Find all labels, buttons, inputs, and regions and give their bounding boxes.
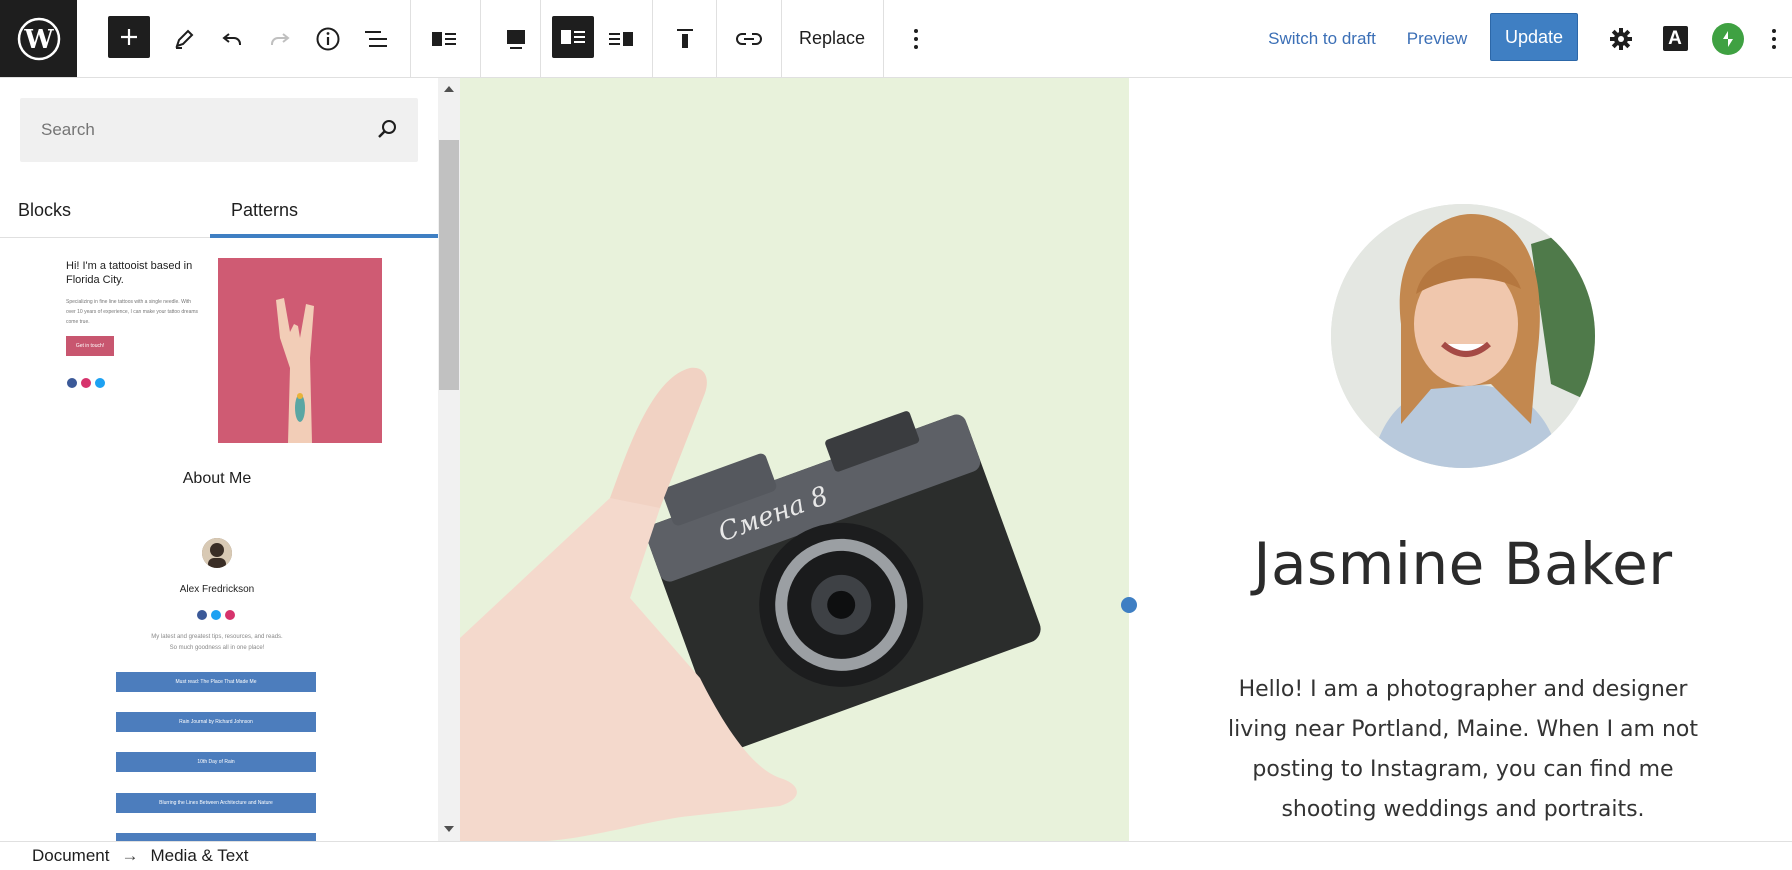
list-view-icon bbox=[365, 30, 387, 47]
toolbar-divider bbox=[781, 0, 782, 77]
breadcrumb-document[interactable]: Document bbox=[32, 846, 109, 866]
search-input[interactable]: Search bbox=[20, 98, 418, 162]
pattern-bio-line: So much goodness all in one place! bbox=[169, 645, 265, 651]
pattern-link-button: Rain Journal by Richard Johnson bbox=[116, 712, 316, 732]
undo-button[interactable] bbox=[216, 0, 248, 77]
switch-to-draft-button[interactable]: Switch to draft bbox=[1262, 0, 1382, 77]
settings-button[interactable] bbox=[1604, 0, 1638, 77]
vertical-align-button[interactable] bbox=[664, 0, 706, 77]
undo-icon bbox=[222, 32, 241, 45]
sidebar-scroll-thumb[interactable] bbox=[439, 140, 459, 390]
twitter-icon bbox=[211, 610, 221, 620]
profile-portrait-image[interactable] bbox=[1331, 204, 1595, 468]
align-top-icon bbox=[677, 28, 693, 48]
replace-button[interactable]: Replace bbox=[794, 0, 870, 77]
wordpress-logo-button[interactable]: W bbox=[0, 0, 77, 77]
tattoo-hand-image bbox=[218, 258, 382, 443]
media-on-left-button[interactable] bbox=[552, 16, 594, 58]
bio-paragraph[interactable]: Hello! I am a photographer and designer … bbox=[1218, 670, 1708, 830]
pattern-link-button: 10th Day of Rain bbox=[116, 752, 316, 772]
jetpack-bolt-icon bbox=[1712, 22, 1744, 55]
search-icon bbox=[378, 120, 396, 138]
pattern-bio: My latest and greatest tips, resources, … bbox=[0, 632, 434, 654]
editor-top-toolbar: W Replace Switch to draft Preview Update… bbox=[0, 0, 1792, 78]
pattern-body-text: Specializing in fine line tattoos with a… bbox=[66, 299, 199, 325]
pencil-icon bbox=[175, 29, 194, 49]
toolbar-divider bbox=[716, 0, 717, 77]
search-placeholder: Search bbox=[41, 120, 95, 139]
twitter-icon bbox=[95, 378, 105, 388]
list-view-button[interactable] bbox=[358, 0, 394, 77]
align-wide-icon bbox=[507, 29, 525, 49]
facebook-icon bbox=[67, 378, 77, 388]
toolbar-divider bbox=[410, 0, 411, 77]
breadcrumb-media-text[interactable]: Media & Text bbox=[150, 846, 248, 866]
svg-text:W: W bbox=[23, 25, 54, 55]
pattern-link-button: Blurring the Lines Between Architecture … bbox=[116, 793, 316, 813]
info-icon bbox=[316, 27, 340, 50]
link-icon bbox=[736, 32, 762, 45]
more-vertical-icon bbox=[914, 28, 918, 49]
redo-button[interactable] bbox=[264, 0, 296, 77]
gear-icon bbox=[1610, 27, 1632, 50]
block-breadcrumb: Document → Media & Text bbox=[0, 841, 1792, 870]
font-a-icon: A bbox=[1662, 26, 1688, 51]
wordpress-logo-icon: W bbox=[17, 17, 60, 60]
block-inserter-panel: Search Blocks Patterns Hi! I'm a tattooi… bbox=[0, 78, 438, 841]
add-block-button[interactable] bbox=[108, 16, 150, 58]
pattern-heading: Hi! I'm a tattooist based in Florida Cit… bbox=[66, 260, 193, 286]
inserter-tabs: Blocks Patterns bbox=[0, 182, 438, 238]
tab-patterns[interactable]: Patterns bbox=[231, 182, 298, 238]
media-text-image[interactable]: Смена 8 bbox=[460, 78, 1129, 841]
pull-left-icon bbox=[561, 30, 585, 44]
pattern-profile-name: Alex Fredrickson bbox=[179, 584, 255, 595]
media-on-right-button[interactable] bbox=[600, 0, 642, 77]
toolbar-divider bbox=[652, 0, 653, 77]
heading-name[interactable]: Jasmine Baker bbox=[1141, 530, 1785, 598]
tab-blocks[interactable]: Blocks bbox=[18, 182, 71, 238]
typography-plugin-button[interactable]: A bbox=[1658, 0, 1692, 77]
editor-canvas: Смена 8 Jasmine Baker Hello! I am a phot… bbox=[460, 78, 1792, 841]
link-button[interactable] bbox=[728, 0, 770, 77]
instagram-icon bbox=[81, 378, 91, 388]
breadcrumb-separator: → bbox=[121, 846, 139, 865]
scroll-up-arrow-icon[interactable] bbox=[443, 84, 455, 94]
toolbar-divider bbox=[480, 0, 481, 77]
details-button[interactable] bbox=[312, 0, 344, 77]
more-vertical-icon bbox=[1772, 28, 1776, 49]
block-type-button[interactable] bbox=[424, 0, 464, 77]
avatar bbox=[202, 538, 232, 568]
plus-icon bbox=[121, 29, 137, 45]
tools-button[interactable] bbox=[168, 0, 200, 77]
scroll-down-arrow-icon[interactable] bbox=[443, 824, 455, 834]
pattern-link-button bbox=[116, 833, 316, 841]
instagram-icon bbox=[225, 610, 235, 620]
pattern-bio-line: My latest and greatest tips, resources, … bbox=[151, 634, 283, 640]
redo-icon bbox=[271, 32, 290, 45]
media-text-icon bbox=[432, 31, 456, 46]
active-tab-indicator bbox=[210, 234, 438, 238]
pull-right-icon bbox=[609, 31, 633, 46]
preview-button[interactable]: Preview bbox=[1402, 0, 1472, 77]
align-button[interactable] bbox=[492, 0, 540, 77]
media-resize-handle[interactable] bbox=[1121, 597, 1137, 613]
toolbar-divider bbox=[540, 0, 541, 77]
pattern-link-button: Must read: The Place That Made Me bbox=[116, 672, 316, 692]
pattern-cta-button: Get in touch! bbox=[66, 336, 114, 356]
toolbar-divider bbox=[883, 0, 884, 77]
facebook-icon bbox=[197, 610, 207, 620]
options-menu-button[interactable] bbox=[1760, 0, 1788, 77]
pattern-title: About Me bbox=[182, 470, 252, 487]
update-button[interactable]: Update bbox=[1490, 13, 1578, 61]
block-options-button[interactable] bbox=[896, 0, 936, 77]
jetpack-button[interactable] bbox=[1710, 0, 1746, 77]
